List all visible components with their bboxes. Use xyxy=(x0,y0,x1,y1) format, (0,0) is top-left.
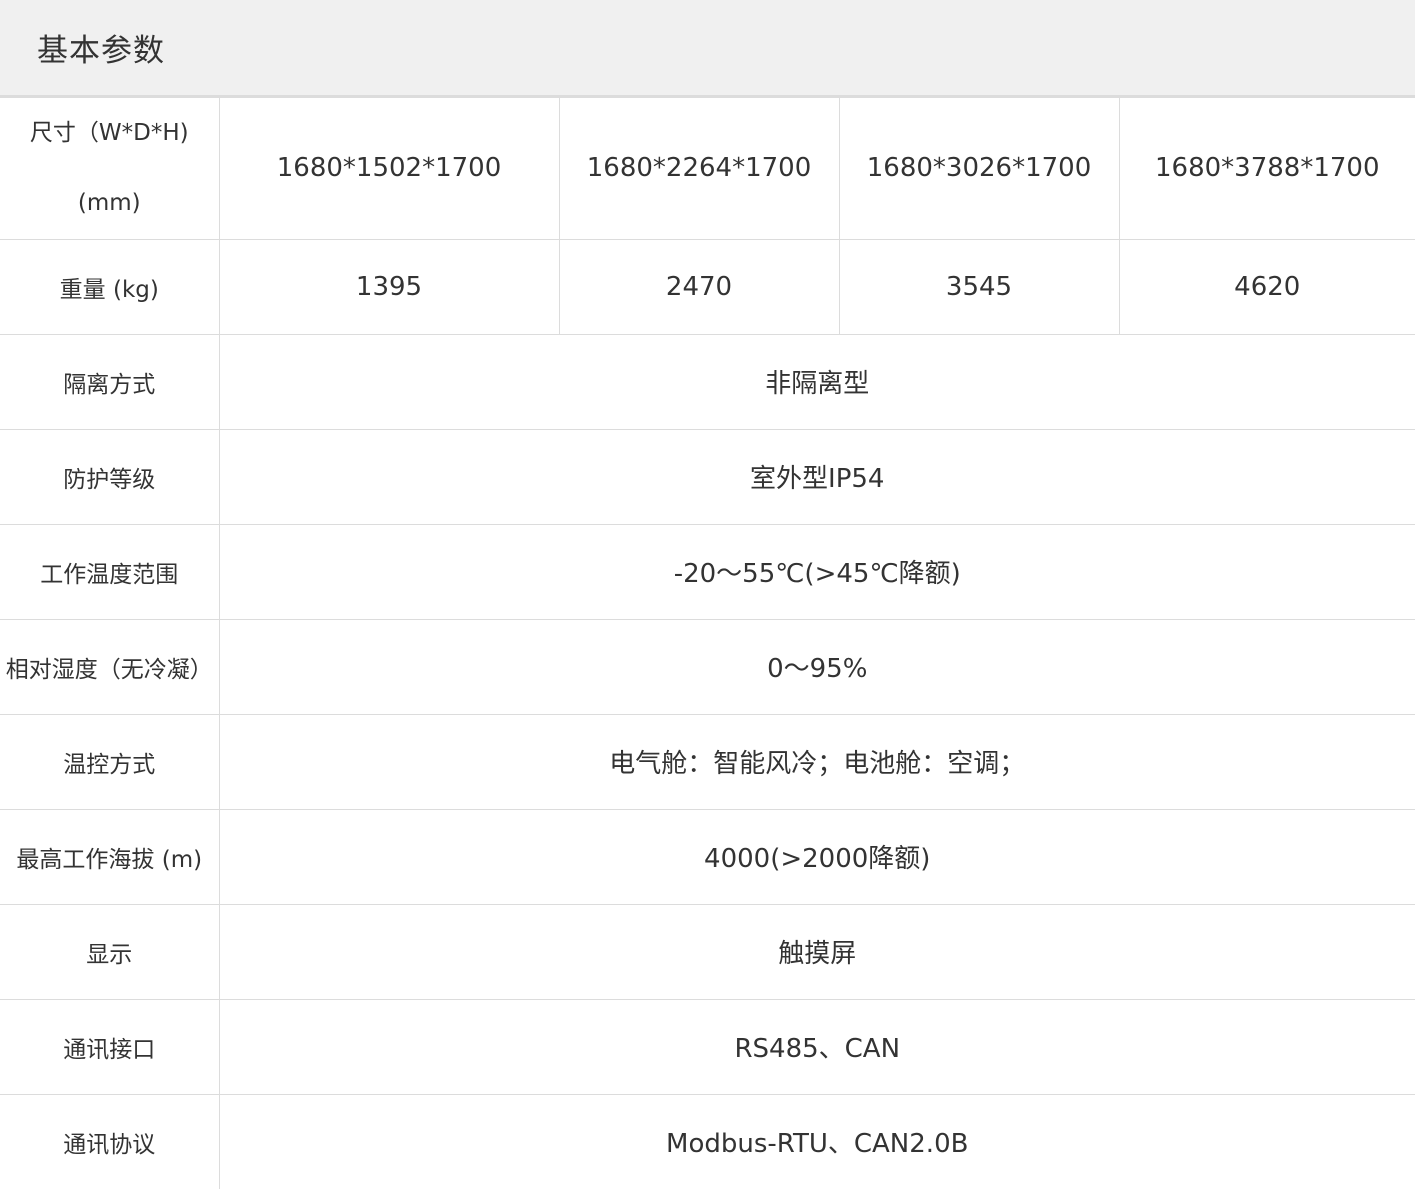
size-label-line1: 尺寸（W*D*H) xyxy=(29,120,189,147)
row-label: 重量 (kg) xyxy=(0,238,220,335)
row-label: 温控方式 xyxy=(0,713,220,810)
row-value: Modbus-RTU、CAN2.0B xyxy=(218,1093,1415,1189)
section-header: 基本参数 xyxy=(0,0,1415,98)
size-value-3: 1680*3026*1700 xyxy=(838,98,1120,240)
table-row: 通讯协议 Modbus-RTU、CAN2.0B xyxy=(0,1093,1415,1189)
table-row: 通讯接口 RS485、CAN xyxy=(0,998,1415,1095)
row-label: 通讯接口 xyxy=(0,998,220,1095)
row-value: RS485、CAN xyxy=(218,998,1415,1095)
weight-value-1: 1395 xyxy=(218,238,560,335)
table-row: 相对湿度（无冷凝） 0～95% xyxy=(0,618,1415,715)
row-label: 尺寸（W*D*H) (mm) xyxy=(0,98,220,240)
row-label: 防护等级 xyxy=(0,428,220,525)
size-value-4: 1680*3788*1700 xyxy=(1118,98,1415,240)
size-value-1: 1680*1502*1700 xyxy=(218,98,560,240)
row-value: 4000(>2000降额) xyxy=(218,808,1415,905)
table-row: 最高工作海拔 (m) 4000(>2000降额) xyxy=(0,808,1415,905)
section-title: 基本参数 xyxy=(37,33,165,69)
row-value: 0～95% xyxy=(218,618,1415,715)
row-label: 工作温度范围 xyxy=(0,523,220,620)
size-label-line2: (mm) xyxy=(77,190,141,217)
row-value: 非隔离型 xyxy=(218,333,1415,430)
row-value: 触摸屏 xyxy=(218,903,1415,1000)
table-row: 显示 触摸屏 xyxy=(0,903,1415,1000)
row-label: 最高工作海拔 (m) xyxy=(0,808,220,905)
table-row: 温控方式 电气舱：智能风冷；电池舱：空调； xyxy=(0,713,1415,810)
row-value: 电气舱：智能风冷；电池舱：空调； xyxy=(218,713,1415,810)
table-row: 工作温度范围 -20～55℃(>45℃降额) xyxy=(0,523,1415,620)
row-label: 隔离方式 xyxy=(0,333,220,430)
row-label: 显示 xyxy=(0,903,220,1000)
weight-value-4: 4620 xyxy=(1118,238,1415,335)
size-value-2: 1680*2264*1700 xyxy=(558,98,840,240)
row-label: 通讯协议 xyxy=(0,1093,220,1189)
table-row-weight: 重量 (kg) 1395 2470 3545 4620 xyxy=(0,238,1415,335)
row-label: 相对湿度（无冷凝） xyxy=(0,618,220,715)
spec-table: 尺寸（W*D*H) (mm) 1680*1502*1700 1680*2264*… xyxy=(0,98,1415,1189)
row-value: -20～55℃(>45℃降额) xyxy=(218,523,1415,620)
table-row: 隔离方式 非隔离型 xyxy=(0,333,1415,430)
table-row: 防护等级 室外型IP54 xyxy=(0,428,1415,525)
weight-value-3: 3545 xyxy=(838,238,1120,335)
weight-value-2: 2470 xyxy=(558,238,840,335)
table-row-size: 尺寸（W*D*H) (mm) 1680*1502*1700 1680*2264*… xyxy=(0,98,1415,240)
row-value: 室外型IP54 xyxy=(218,428,1415,525)
